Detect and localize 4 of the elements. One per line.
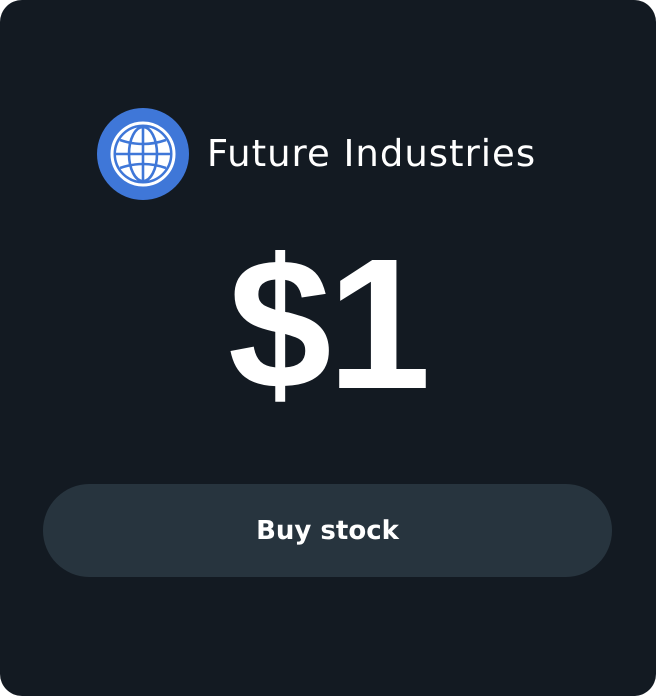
buy-button[interactable]: Buy stock [43,484,612,577]
price-value: $1 [228,232,427,418]
globe-icon [96,108,189,200]
company-name: Future Industries [206,132,536,176]
